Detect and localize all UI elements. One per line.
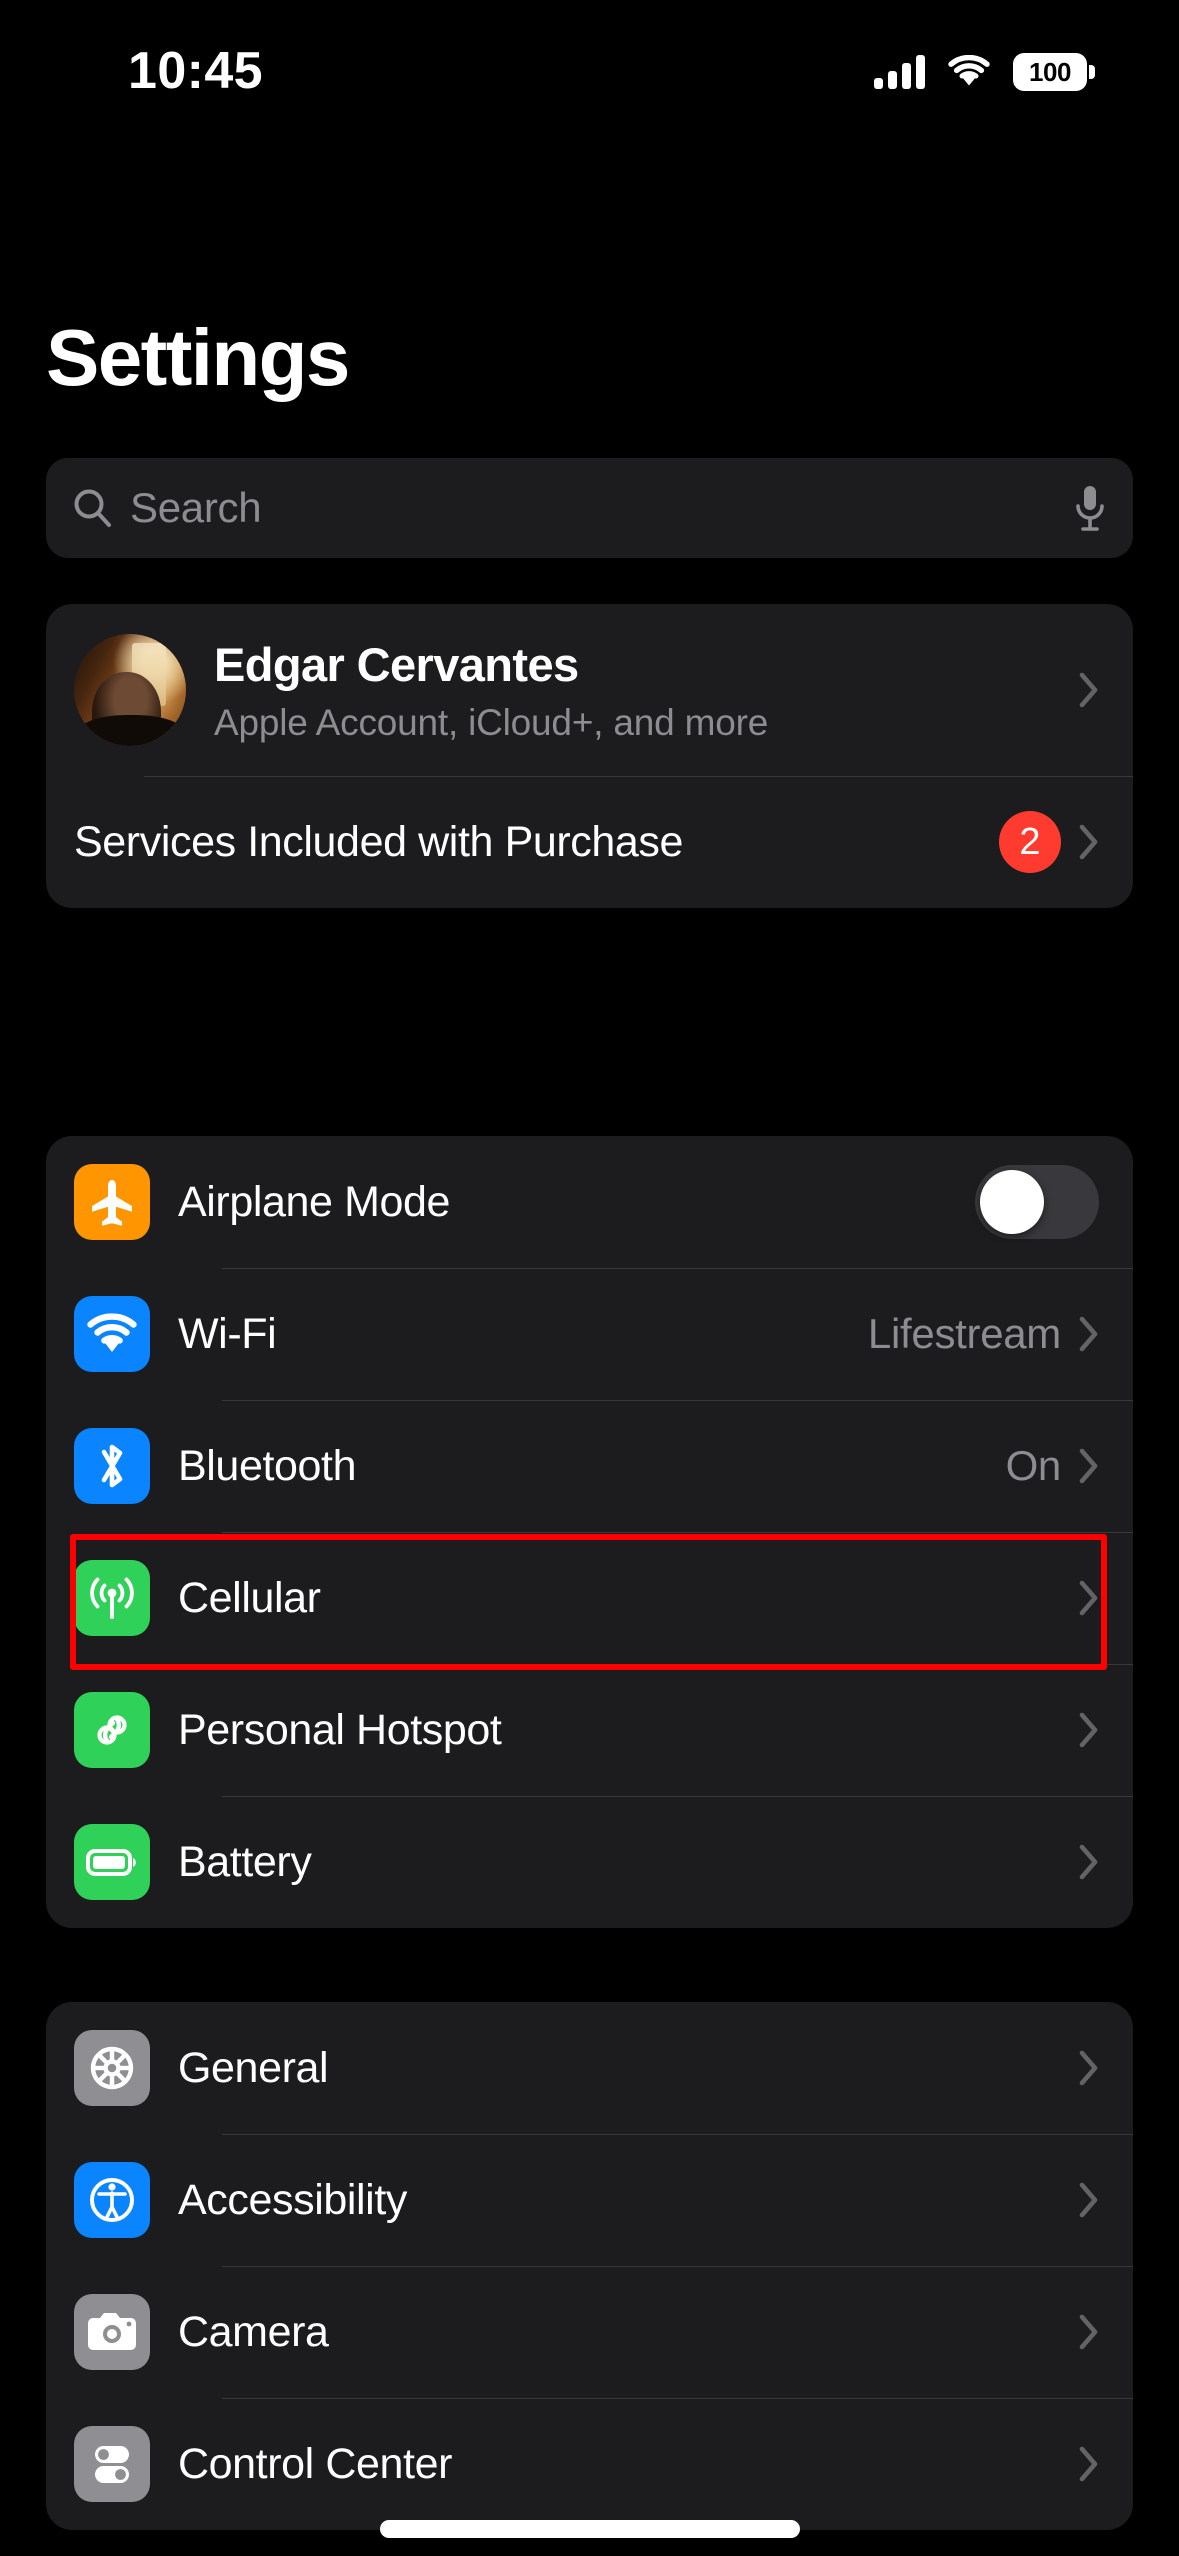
home-indicator[interactable] [379,2520,800,2538]
accessibility-icon [74,2162,150,2238]
user-avatar-photo [74,634,186,746]
settings-row-label: Control Center [178,2439,453,2488]
settings-row-camera[interactable]: Camera [46,2266,1133,2398]
settings-row-label: General [178,2043,329,2092]
page-title: Settings [46,313,350,402]
account-name: Edgar Cervantes [214,637,579,691]
search-placeholder: Search [130,484,262,531]
battery-icon [74,1824,150,1900]
airplane-icon [74,1164,150,1240]
chevron-right-icon [1079,1580,1098,1616]
camera-icon [74,2294,150,2370]
personal-hotspot-icon [74,1692,150,1768]
wifi-network-value: Lifestream [867,1310,1061,1357]
system-settings-group: General Accessibility Camera Control Cen… [46,2002,1133,2530]
account-card: Edgar Cervantes Apple Account, iCloud+, … [46,604,1133,908]
settings-row-wifi[interactable]: Wi-Fi Lifestream [46,1268,1133,1400]
cellular-icon [74,1560,150,1636]
settings-row-airplane-mode[interactable]: Airplane Mode [46,1136,1133,1268]
search-field[interactable]: Search [46,458,1133,558]
airplane-mode-toggle[interactable] [975,1165,1099,1239]
settings-row-label: Airplane Mode [178,1177,451,1226]
chevron-right-icon [1079,1844,1098,1880]
bluetooth-icon [74,1428,150,1504]
services-included-label: Services Included with Purchase [74,817,684,866]
settings-row-label: Personal Hotspot [178,1705,502,1754]
wifi-icon [948,55,990,86]
gear-icon [74,2030,150,2106]
settings-row-label: Wi-Fi [178,1309,277,1358]
cellular-signal-icon [874,55,925,89]
wifi-icon [74,1296,150,1372]
chevron-right-icon [1079,2446,1098,2482]
iphone-settings-screen: 10:45 100 Settings Search Edgar Cervante… [0,0,1179,2556]
chevron-right-icon [1079,1712,1098,1748]
settings-row-label: Battery [178,1837,312,1886]
status-badge: 2 [999,811,1061,873]
settings-row-personal-hotspot[interactable]: Personal Hotspot [46,1664,1133,1796]
bluetooth-status-value: On [1005,1442,1062,1489]
settings-row-battery[interactable]: Battery [46,1796,1133,1928]
apple-account-row[interactable]: Edgar Cervantes Apple Account, iCloud+, … [46,604,1133,776]
settings-row-label: Cellular [178,1573,321,1622]
settings-row-bluetooth[interactable]: Bluetooth On [46,1400,1133,1532]
chevron-right-icon [1079,672,1098,708]
chevron-right-icon [1079,1316,1098,1352]
status-bar-clock: 10:45 [128,42,263,100]
chevron-right-icon [1079,2314,1098,2350]
services-included-row[interactable]: Services Included with Purchase 2 [46,776,1133,908]
status-bar: 10:45 100 [0,0,1179,120]
account-text-block: Edgar Cervantes Apple Account, iCloud+, … [214,637,768,744]
toggle-knob [980,1170,1044,1234]
battery-icon: 100 [1013,53,1095,91]
account-subtitle: Apple Account, iCloud+, and more [214,701,769,743]
chevron-right-icon [1079,2050,1098,2086]
settings-row-general[interactable]: General [46,2002,1133,2134]
connectivity-settings-group: Airplane Mode Wi-Fi Lifestream Bluetooth… [46,1136,1133,1928]
settings-row-label: Bluetooth [178,1441,357,1490]
status-bar-indicators: 100 [874,53,1095,91]
settings-row-accessibility[interactable]: Accessibility [46,2134,1133,2266]
chevron-right-icon [1079,824,1098,860]
battery-percent-label: 100 [1029,56,1071,87]
microphone-icon[interactable] [1073,484,1107,532]
settings-row-control-center[interactable]: Control Center [46,2398,1133,2530]
settings-row-cellular[interactable]: Cellular [46,1532,1133,1664]
control-center-icon [74,2426,150,2502]
settings-row-label: Accessibility [178,2175,407,2224]
chevron-right-icon [1079,1448,1098,1484]
chevron-right-icon [1079,2182,1098,2218]
settings-row-label: Camera [178,2307,329,2356]
search-icon [74,489,111,527]
